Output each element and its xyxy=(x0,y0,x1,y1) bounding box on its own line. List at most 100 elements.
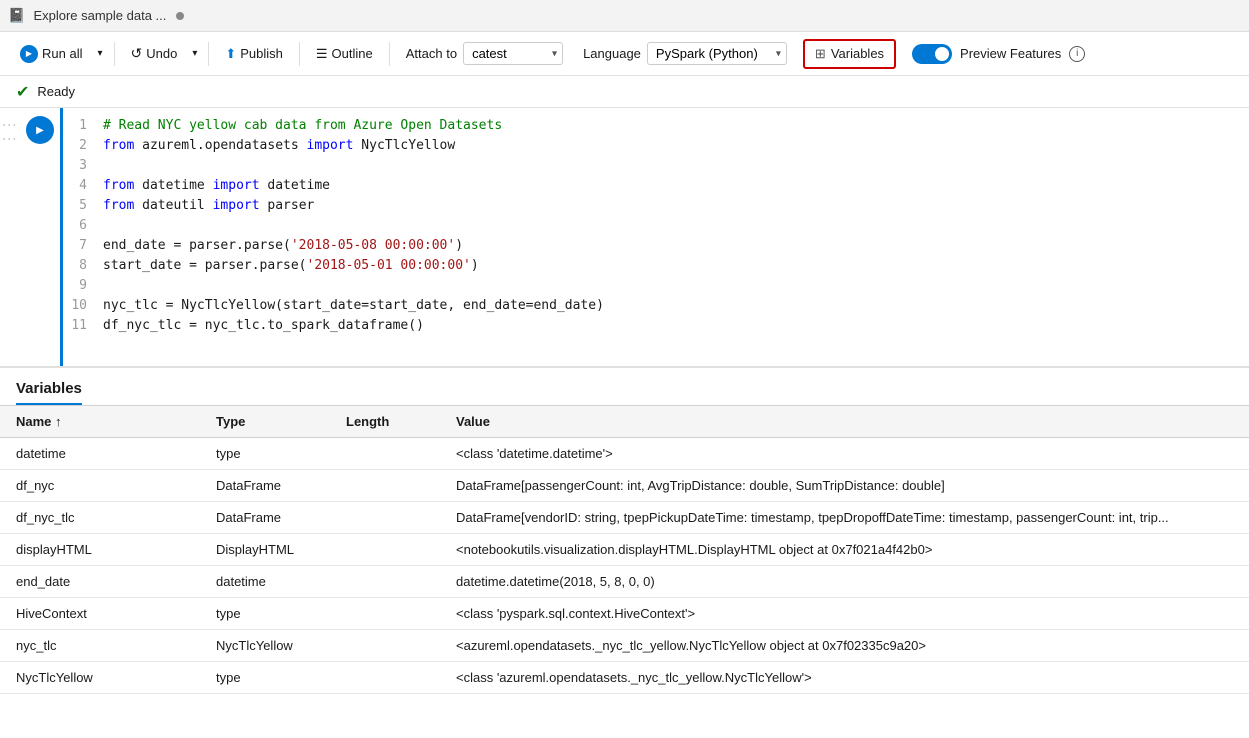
variables-button[interactable]: ⊞ Variables xyxy=(803,39,896,69)
code-line: 1# Read NYC yellow cab data from Azure O… xyxy=(63,116,1249,136)
code-line: 3 xyxy=(63,156,1249,176)
language-label: Language xyxy=(583,46,641,61)
col-header-type[interactable]: Type xyxy=(200,406,330,438)
notebook-icon: 📓 xyxy=(8,7,25,24)
col-header-length[interactable]: Length xyxy=(330,406,440,438)
variables-title: Variables xyxy=(16,380,82,405)
run-all-button[interactable]: ▶ Run all xyxy=(12,40,90,68)
line-number: 2 xyxy=(63,136,103,156)
code-line: 4from datetime import datetime xyxy=(63,176,1249,196)
editor-section: ⋮⋮ ▶ 1# Read NYC yellow cab data from Az… xyxy=(0,108,1249,368)
outline-button[interactable]: ☰ Outline xyxy=(308,41,381,67)
separator-4 xyxy=(389,42,390,66)
cell-value: DataFrame[vendorID: string, tpepPickupDa… xyxy=(440,502,1249,534)
undo-icon: ↺ xyxy=(131,45,143,62)
outline-label: Outline xyxy=(332,46,373,61)
undo-button[interactable]: ↺ Undo xyxy=(123,40,186,67)
ready-status: Ready xyxy=(37,84,75,99)
line-number: 4 xyxy=(63,176,103,196)
attach-select[interactable]: catest xyxy=(463,42,563,65)
cell-length xyxy=(330,470,440,502)
cell-name: nyc_tlc xyxy=(0,630,200,662)
variables-label: Variables xyxy=(831,46,884,61)
cell-length xyxy=(330,566,440,598)
cell-value: <class 'azureml.opendatasets._nyc_tlc_ye… xyxy=(440,662,1249,694)
cell-length xyxy=(330,534,440,566)
table-row[interactable]: NycTlcYellowtype<class 'azureml.opendata… xyxy=(0,662,1249,694)
undo-label: Undo xyxy=(146,46,177,61)
table-row[interactable]: df_nyc_tlcDataFrame DataFrame[vendorID: s… xyxy=(0,502,1249,534)
cell-value: <class 'datetime.datetime'> xyxy=(440,438,1249,470)
code-line: 2from azureml.opendatasets import NycTlc… xyxy=(63,136,1249,156)
code-line: 8start_date = parser.parse('2018-05-01 0… xyxy=(63,256,1249,276)
cell-run-button[interactable]: ▶ xyxy=(26,116,54,144)
line-code: from dateutil import parser xyxy=(103,196,314,216)
cell-type: DataFrame xyxy=(200,502,330,534)
cell-name: datetime xyxy=(0,438,200,470)
cell-length xyxy=(330,662,440,694)
cell-length xyxy=(330,502,440,534)
line-code: nyc_tlc = NycTlcYellow(start_date=start_… xyxy=(103,296,604,316)
cell-name: df_nyc xyxy=(0,470,200,502)
preview-toggle[interactable] xyxy=(912,44,952,64)
table-row[interactable]: datetimetype <class 'datetime.datetime'> xyxy=(0,438,1249,470)
title-bar: 📓 Explore sample data ... xyxy=(0,0,1249,32)
cell-value: datetime.datetime(2018, 5, 8, 0, 0) xyxy=(440,566,1249,598)
run-all-dropdown[interactable]: ▾ xyxy=(94,43,105,64)
cell-type: type xyxy=(200,438,330,470)
attach-group: Attach to catest xyxy=(406,42,563,65)
cell-name: HiveContext xyxy=(0,598,200,630)
code-line: 6 xyxy=(63,216,1249,236)
drag-handle-icon: ⋮⋮ xyxy=(2,118,18,146)
variables-table-container[interactable]: Name ↑ Type Length Value datet xyxy=(0,405,1249,738)
preview-features-label: Preview Features xyxy=(960,46,1061,61)
publish-button[interactable]: ⬆ Publish xyxy=(217,41,291,67)
line-code: from azureml.opendatasets import NycTlcY… xyxy=(103,136,455,156)
attach-select-wrapper[interactable]: catest xyxy=(463,42,563,65)
cell-length xyxy=(330,438,440,470)
undo-dropdown[interactable]: ▾ xyxy=(189,43,200,64)
cell-value: <azureml.opendatasets._nyc_tlc_yellow.Ny… xyxy=(440,630,1249,662)
cell-length xyxy=(330,630,440,662)
line-code: from datetime import datetime xyxy=(103,176,330,196)
line-code: end_date = parser.parse('2018-05-08 00:0… xyxy=(103,236,463,256)
line-number: 3 xyxy=(63,156,103,176)
code-line: 10nyc_tlc = NycTlcYellow(start_date=star… xyxy=(63,296,1249,316)
ready-icon: ✔ xyxy=(16,82,29,102)
code-line: 11df_nyc_tlc = nyc_tlc.to_spark_datafram… xyxy=(63,316,1249,336)
language-select-wrapper[interactable]: PySpark (Python) xyxy=(647,42,787,65)
separator-2 xyxy=(208,42,209,66)
language-select[interactable]: PySpark (Python) xyxy=(647,42,787,65)
info-icon[interactable]: i xyxy=(1069,46,1085,62)
variables-header: Variables xyxy=(0,368,1249,405)
line-number: 9 xyxy=(63,276,103,296)
chevron-down-icon-2: ▾ xyxy=(192,48,197,59)
cell-gutter: ⋮⋮ xyxy=(0,108,20,366)
cell-name: end_date xyxy=(0,566,200,598)
line-number: 10 xyxy=(63,296,103,316)
toolbar: ▶ Run all ▾ ↺ Undo ▾ ⬆ Publish ☰ Outline… xyxy=(0,32,1249,76)
cell-name: NycTlcYellow xyxy=(0,662,200,694)
table-row[interactable]: HiveContexttype<class 'pyspark.sql.conte… xyxy=(0,598,1249,630)
variables-table: Name ↑ Type Length Value datet xyxy=(0,405,1249,694)
cell-value: DataFrame[passengerCount: int, AvgTripDi… xyxy=(440,470,1249,502)
line-number: 8 xyxy=(63,256,103,276)
table-row[interactable]: displayHTMLDisplayHTML<notebookutils.vis… xyxy=(0,534,1249,566)
table-header-row: Name ↑ Type Length Value xyxy=(0,406,1249,438)
table-row[interactable]: df_nycDataFrameDataFrame[passengerCount:… xyxy=(0,470,1249,502)
col-header-value[interactable]: Value xyxy=(440,406,1249,438)
cell-type: NycTlcYellow xyxy=(200,630,330,662)
cell-name: df_nyc_tlc xyxy=(0,502,200,534)
outline-icon: ☰ xyxy=(316,46,328,62)
line-code: df_nyc_tlc = nyc_tlc.to_spark_dataframe(… xyxy=(103,316,424,336)
table-row[interactable]: end_datedatetimedatetime.datetime(2018, … xyxy=(0,566,1249,598)
line-number: 7 xyxy=(63,236,103,256)
cell-name: displayHTML xyxy=(0,534,200,566)
attach-to-label: Attach to xyxy=(406,46,457,61)
table-row[interactable]: nyc_tlcNycTlcYellow <azureml.opendatasets… xyxy=(0,630,1249,662)
col-header-name[interactable]: Name ↑ xyxy=(0,406,200,438)
title-bar-unsaved-dot xyxy=(176,12,184,20)
variables-table-body: datetimetype<class 'datetime.datetime'>d… xyxy=(0,438,1249,694)
preview-features-group: Preview Features i xyxy=(912,44,1085,64)
code-editor[interactable]: 1# Read NYC yellow cab data from Azure O… xyxy=(60,108,1249,366)
